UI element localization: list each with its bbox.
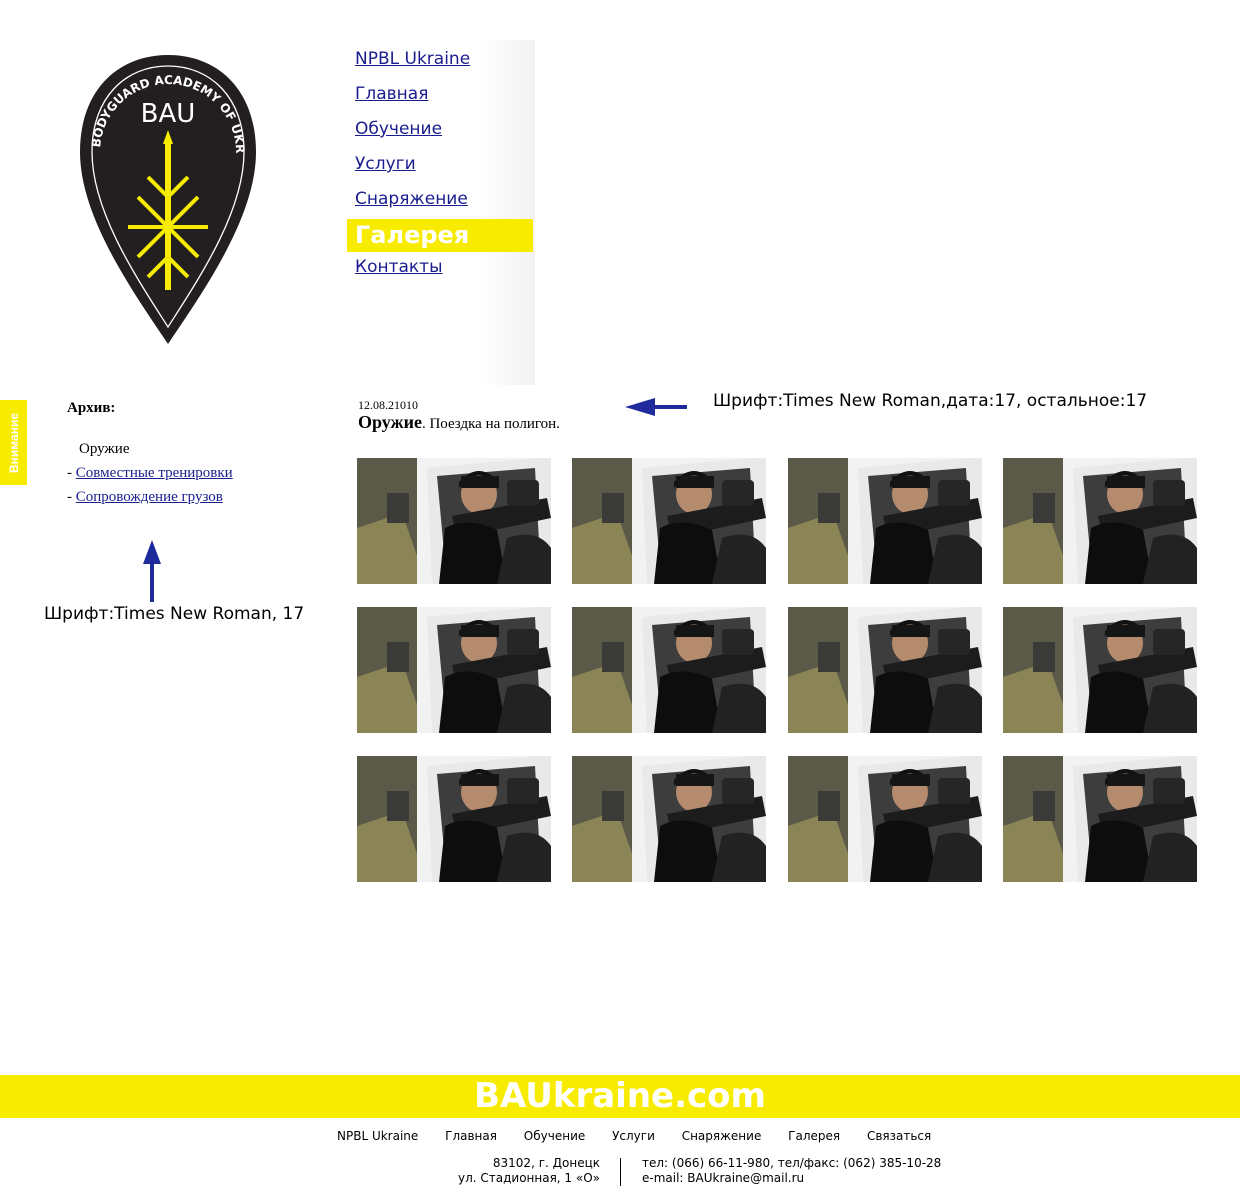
gallery-photo[interactable] — [572, 756, 766, 882]
footer-divider — [620, 1158, 621, 1186]
footer-brand: BAUkraine.com — [0, 1075, 1240, 1118]
gallery-photo[interactable] — [1003, 458, 1197, 584]
archive-item-joint-training: - Совместные тренировки — [67, 461, 233, 485]
footer-link-npbl-ukraine[interactable]: NPBL Ukraine — [337, 1129, 418, 1143]
footer-link-home[interactable]: Главная — [445, 1129, 497, 1143]
archive-item-prefix: - — [67, 465, 76, 481]
nav-npbl-ukraine[interactable]: NPBL Ukraine — [347, 44, 533, 79]
footer-contacts: тел: (066) 66-11-980, тел/факс: (062) 38… — [642, 1156, 941, 1186]
footer-link-contact[interactable]: Связаться — [867, 1129, 931, 1143]
gallery-photo[interactable] — [788, 756, 982, 882]
font-note-right: Шрифт:Times New Roman,дата:17, остальное… — [713, 391, 1148, 411]
archive-link-joint-training[interactable]: Совместные тренировки — [76, 465, 233, 481]
arrow-left-icon — [625, 398, 687, 416]
nav-training[interactable]: Обучение — [347, 114, 533, 149]
nav-services[interactable]: Услуги — [347, 149, 533, 184]
footer-link-equipment[interactable]: Снаряжение — [682, 1129, 762, 1143]
footer-address-line2: ул. Стадионная, 1 «О» — [457, 1171, 600, 1185]
archive-item-cargo-escort: - Сопровождение грузов — [67, 485, 233, 509]
gallery-photo[interactable] — [357, 756, 551, 882]
logo-abbr: BAU — [141, 99, 196, 129]
footer-link-gallery[interactable]: Галерея — [788, 1129, 840, 1143]
post-title: Оружие. Поездка на полигон. — [358, 412, 560, 433]
archive-title: Архив: — [67, 400, 116, 416]
main-nav: NPBL Ukraine Главная Обучение Услуги Сна… — [347, 44, 533, 287]
bau-logo: BODYGUARD ACADEMY OF UKRAINE BAU — [73, 41, 258, 347]
gallery-photo[interactable] — [357, 458, 551, 584]
nav-contacts[interactable]: Контакты — [347, 252, 533, 287]
footer-phone: тел: (066) 66-11-980, тел/факс: (062) 38… — [642, 1156, 942, 1170]
nav-equipment[interactable]: Снаряжение — [347, 184, 533, 219]
post-date: 12.08.21010 — [358, 398, 418, 412]
arrow-up-icon — [143, 540, 161, 602]
gallery-photo[interactable] — [572, 607, 766, 733]
archive-panel: Архив: Оружие - Совместные тренировки - … — [67, 400, 233, 509]
footer-address: 83102, г. Донецк ул. Стадионная, 1 «О» — [420, 1156, 600, 1186]
footer-link-services[interactable]: Услуги — [612, 1129, 655, 1143]
post-title-bold: Оружие — [358, 412, 422, 432]
footer-email: e-mail: BAUkraine@mail.ru — [642, 1171, 805, 1185]
footer-nav: NPBL Ukraine Главная Обучение Услуги Сна… — [337, 1129, 954, 1143]
footer-address-line1: 83102, г. Донецк — [492, 1156, 600, 1170]
post-title-rest: . Поездка на полигон. — [421, 416, 560, 432]
attention-side-tab[interactable]: Внимание — [0, 400, 27, 485]
nav-gallery[interactable]: Галерея — [347, 219, 533, 252]
gallery-photo[interactable] — [788, 458, 982, 584]
gallery-photo[interactable] — [357, 607, 551, 733]
gallery-photo[interactable] — [572, 458, 766, 584]
font-note-left: Шрифт:Times New Roman, 17 — [44, 604, 305, 624]
archive-item-prefix: - — [67, 489, 76, 505]
side-tab-label: Внимание — [6, 412, 21, 473]
nav-home[interactable]: Главная — [347, 79, 533, 114]
archive-link-cargo-escort[interactable]: Сопровождение грузов — [76, 489, 223, 505]
gallery-photo[interactable] — [788, 607, 982, 733]
gallery-photo[interactable] — [1003, 756, 1197, 882]
gallery-photo[interactable] — [1003, 607, 1197, 733]
archive-item-weapons: Оружие — [79, 441, 130, 457]
footer-link-training[interactable]: Обучение — [524, 1129, 585, 1143]
